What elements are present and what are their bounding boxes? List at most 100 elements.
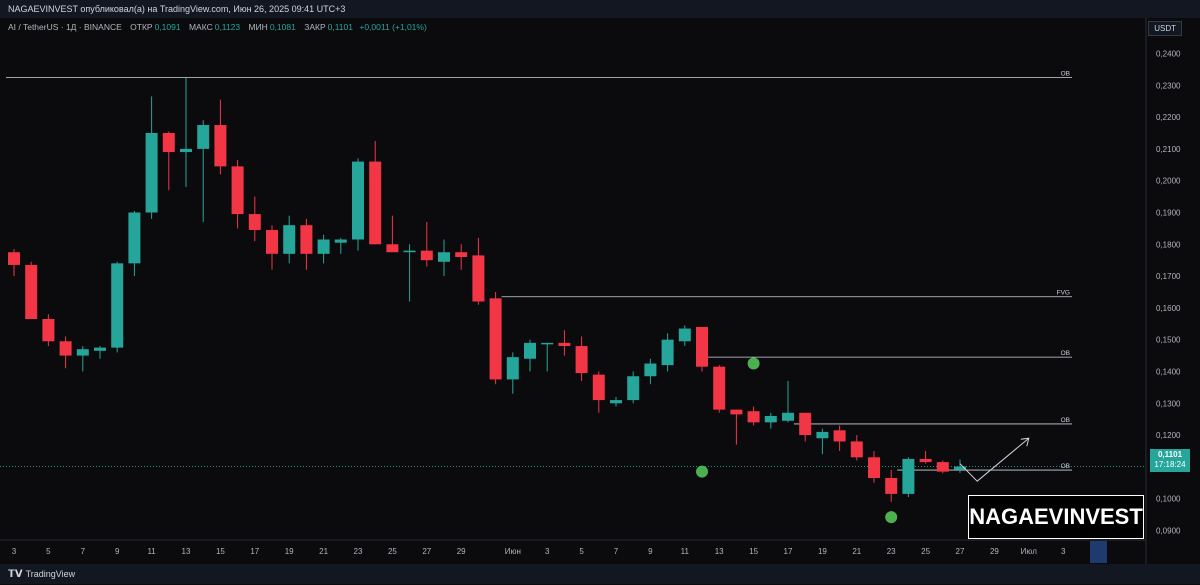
candle-body — [936, 462, 949, 472]
publisher-text: NAGAEVINVEST опубликовал(а) на TradingVi… — [8, 4, 346, 14]
open-label: ОТКР — [130, 22, 153, 32]
candle-body — [300, 225, 313, 254]
y-tick-label: 0,2400 — [1156, 49, 1181, 58]
marker-dot — [885, 511, 898, 524]
candle-body — [558, 342, 571, 347]
candle-body — [713, 366, 726, 410]
level-label: FVG — [1057, 290, 1070, 297]
candle-body — [420, 250, 433, 261]
tv-logo-icon: 𝗧𝗩 — [8, 569, 23, 580]
tradingview-logo[interactable]: 𝗧𝗩 TradingView — [8, 564, 75, 585]
candle-body — [42, 319, 55, 342]
x-tick-label: 9 — [115, 547, 120, 556]
candle-body — [403, 250, 416, 253]
candle-body — [214, 125, 227, 167]
candle-body — [283, 225, 296, 254]
candle-body — [610, 400, 622, 404]
candle-body — [180, 148, 192, 153]
candle-body — [868, 457, 880, 478]
x-tick-label: 9 — [648, 547, 653, 556]
x-tick-label: Июл — [1021, 547, 1038, 556]
x-tick-label: 11 — [681, 547, 690, 556]
x-tick-label: 5 — [46, 547, 51, 556]
level-label: OB — [1061, 463, 1070, 470]
candle-body — [8, 252, 20, 265]
candle-body — [747, 411, 760, 423]
candle-body — [541, 342, 554, 345]
x-tick-label: 27 — [422, 547, 431, 556]
candle-body — [438, 252, 450, 262]
x-tick-label: 21 — [852, 547, 861, 556]
footer-bar: 𝗧𝗩 TradingView — [0, 564, 1200, 584]
y-tick-label: 0,1900 — [1156, 208, 1181, 217]
symbol-name[interactable]: AI / TetherUS · 1Д · BINANCE — [8, 22, 122, 32]
x-tick-label: 7 — [614, 547, 619, 556]
x-tick-label: 25 — [388, 547, 397, 556]
candle-body — [902, 458, 915, 494]
x-tick-label: 29 — [990, 547, 999, 556]
y-tick-label: 0,0900 — [1156, 526, 1181, 535]
y-tick-label: 0,1300 — [1156, 399, 1181, 408]
x-tick-label: 15 — [216, 547, 225, 556]
symbol-legend: AI / TetherUS · 1Д · BINANCE ОТКР 0,1091 … — [8, 22, 427, 32]
low-label: МИН — [248, 22, 268, 32]
candle-body — [782, 412, 794, 421]
candle-body — [919, 458, 932, 463]
candle-body — [94, 347, 106, 351]
x-tick-label: 3 — [545, 547, 550, 556]
x-tick-label: 3 — [1061, 547, 1066, 556]
candle-body — [575, 346, 588, 374]
candle-body — [764, 415, 777, 423]
candle-body — [25, 264, 38, 320]
candle-body — [248, 214, 261, 230]
bar-countdown: 17:18:24 — [1154, 460, 1186, 469]
x-tick-label: 21 — [319, 547, 328, 556]
x-tick-label: 17 — [784, 547, 793, 556]
y-tick-label: 0,2300 — [1156, 81, 1181, 90]
candle-body — [644, 363, 657, 377]
candle-body — [678, 328, 691, 342]
close-label: ЗАКР — [304, 22, 326, 32]
tv-logo-text: TradingView — [25, 569, 76, 579]
time-axis-highlight — [1090, 541, 1107, 563]
marker-dot — [696, 465, 708, 478]
y-tick-label: 0,1500 — [1156, 336, 1181, 345]
candle-body — [661, 339, 674, 366]
candle-body — [455, 252, 468, 257]
candle-body — [799, 412, 812, 436]
change-value: +0,0011 (+1,01%) — [359, 22, 427, 32]
x-tick-label: 27 — [956, 547, 965, 556]
y-tick-label: 0,1800 — [1156, 240, 1181, 249]
high-label: МАКС — [188, 22, 213, 32]
candle-body — [317, 239, 330, 254]
candle-body — [334, 239, 347, 243]
candle-body — [730, 409, 743, 415]
brand-watermark: NAGAEVINVEST — [968, 495, 1144, 539]
currency-button[interactable]: USDT — [1148, 21, 1182, 36]
level-label: OB — [1061, 70, 1070, 77]
candle-body — [472, 255, 485, 302]
candle-body — [59, 341, 72, 356]
x-tick-label: 13 — [182, 547, 191, 556]
candle-body — [197, 125, 210, 149]
candle-body — [816, 431, 829, 439]
x-tick-label: 29 — [457, 547, 466, 556]
open-value: 0,1091 — [154, 22, 181, 32]
close-value: 0,1101 — [327, 22, 353, 32]
x-tick-label: 25 — [921, 547, 930, 556]
candle-body — [696, 326, 708, 367]
y-tick-label: 0,1200 — [1156, 431, 1181, 440]
x-tick-label: 13 — [715, 547, 724, 556]
high-value: 0,1123 — [214, 22, 241, 32]
x-tick-label: 19 — [818, 547, 827, 556]
y-tick-label: 0,1400 — [1156, 367, 1181, 376]
y-tick-label: 0,2000 — [1156, 177, 1181, 186]
y-tick-label: 0,1600 — [1156, 304, 1181, 313]
x-tick-label: 5 — [579, 547, 584, 556]
candle-body — [162, 132, 175, 153]
y-tick-label: 0,2200 — [1156, 113, 1181, 122]
candle-body — [885, 477, 898, 494]
x-tick-label: 19 — [285, 547, 294, 556]
x-tick-label: 11 — [147, 547, 156, 556]
candle-body — [76, 349, 89, 356]
